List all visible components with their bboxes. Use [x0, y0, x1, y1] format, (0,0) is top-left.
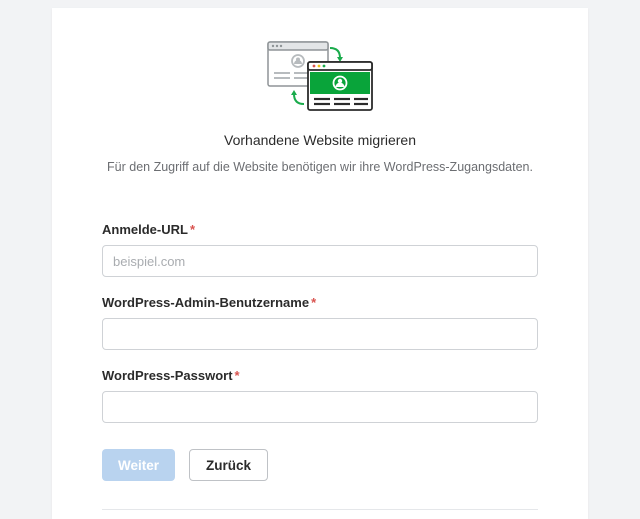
username-label: WordPress-Admin-Benutzername* [102, 295, 538, 310]
login-url-label-text: Anmelde-URL [102, 222, 188, 237]
username-group: WordPress-Admin-Benutzername* [102, 295, 538, 350]
password-label: WordPress-Passwort* [102, 368, 538, 383]
password-label-text: WordPress-Passwort [102, 368, 233, 383]
page-title: Vorhandene Website migrieren [102, 132, 538, 148]
username-input[interactable] [102, 318, 538, 350]
migration-card: Vorhandene Website migrieren Für den Zug… [52, 8, 588, 519]
browser-migrate-icon [260, 38, 380, 118]
migration-illustration [102, 38, 538, 118]
next-button[interactable]: Weiter [102, 449, 175, 481]
page-subtitle: Für den Zugriff auf die Website benötige… [102, 160, 538, 174]
hero-section: Vorhandene Website migrieren Für den Zug… [102, 38, 538, 174]
login-url-group: Anmelde-URL* [102, 222, 538, 277]
login-url-input[interactable] [102, 245, 538, 277]
required-mark: * [235, 368, 240, 383]
username-label-text: WordPress-Admin-Benutzername [102, 295, 309, 310]
login-url-label: Anmelde-URL* [102, 222, 538, 237]
required-mark: * [311, 295, 316, 310]
required-mark: * [190, 222, 195, 237]
back-button[interactable]: Zurück [189, 449, 268, 481]
password-input[interactable] [102, 391, 538, 423]
password-group: WordPress-Passwort* [102, 368, 538, 423]
divider [102, 509, 538, 510]
button-row: Weiter Zurück [102, 449, 538, 481]
